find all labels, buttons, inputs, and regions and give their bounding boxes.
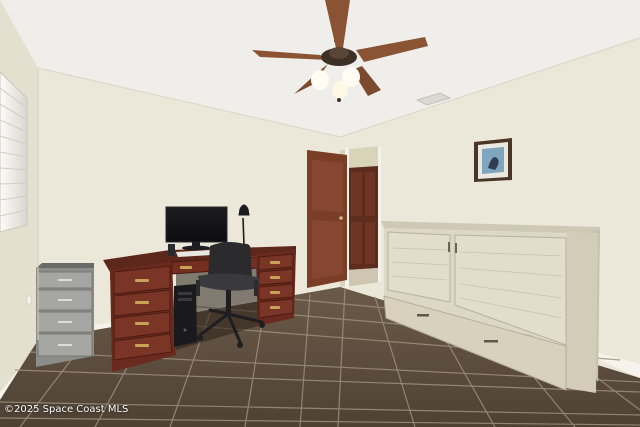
- room-illustration: [0, 0, 640, 427]
- photo-watermark: ©2025 Space Coast MLS: [4, 404, 129, 415]
- computer-tower: [174, 284, 197, 347]
- desk-item: [168, 244, 175, 256]
- fan-light: [311, 70, 329, 90]
- framed-picture: [474, 138, 512, 182]
- file-cabinet: [36, 263, 94, 367]
- room-photo: ©2025 Space Coast MLS: [0, 0, 640, 427]
- wall-outlet: [26, 295, 32, 305]
- window-blinds: [0, 71, 28, 233]
- open-door: [307, 150, 347, 288]
- fan-light: [332, 81, 348, 99]
